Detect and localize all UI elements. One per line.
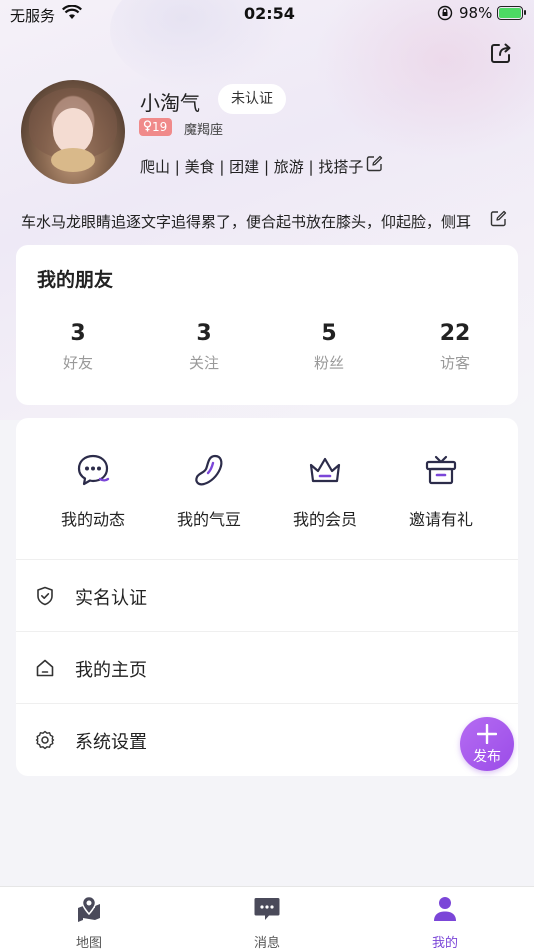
map-pin-icon bbox=[78, 895, 100, 922]
menu-row-real-name-verification[interactable]: 实名认证 bbox=[16, 559, 518, 631]
female-icon bbox=[143, 120, 152, 132]
wifi-icon bbox=[62, 5, 82, 19]
tab-messages[interactable]: 消息 bbox=[222, 895, 312, 950]
feature-my-membership[interactable]: 我的会员 bbox=[275, 452, 375, 530]
menu-row-system-settings[interactable]: 系统设置 bbox=[16, 703, 518, 775]
avatar[interactable] bbox=[21, 80, 125, 184]
age-value: 19 bbox=[152, 120, 168, 134]
feature-invite-gift[interactable]: 邀请有礼 bbox=[391, 452, 491, 530]
publish-button[interactable]: 发布 bbox=[460, 717, 514, 771]
bio-text: 车水马龙眼睛追逐文字追得累了，便合起书放在膝头，仰起脸，侧耳 bbox=[21, 213, 472, 231]
battery-icon bbox=[497, 6, 526, 20]
battery-percent: 98% bbox=[459, 4, 493, 22]
stat-label: 粉丝 bbox=[313, 354, 344, 372]
feature-label: 我的气豆 bbox=[176, 510, 241, 529]
friends-card: 我的朋友 3 好友 3 关注 5 粉丝 22 访客 bbox=[16, 245, 518, 405]
stat-friends[interactable]: 3 好友 bbox=[28, 321, 128, 373]
publish-label: 发布 bbox=[473, 749, 501, 765]
menu-label: 系统设置 bbox=[75, 732, 147, 753]
menu-label: 实名认证 bbox=[75, 588, 147, 609]
nickname: 小淘气 bbox=[140, 91, 200, 115]
feature-my-posts[interactable]: 我的动态 bbox=[43, 452, 143, 530]
edit-bio-icon[interactable] bbox=[490, 210, 507, 227]
tab-me[interactable]: 我的 bbox=[400, 895, 490, 950]
clock: 02:54 bbox=[244, 4, 295, 23]
crown-icon bbox=[309, 457, 341, 483]
feature-label: 我的会员 bbox=[292, 510, 357, 529]
menu-card: 我的动态 我的气豆 我的会员 邀请有礼 实名认证 我的主页 系统设置 bbox=[16, 418, 518, 776]
share-icon[interactable] bbox=[488, 40, 514, 66]
verify-status-badge[interactable]: 未认证 bbox=[218, 84, 286, 114]
tab-map[interactable]: 地图 bbox=[44, 895, 134, 950]
feature-my-beans[interactable]: 我的气豆 bbox=[159, 452, 259, 530]
user-icon bbox=[434, 897, 456, 921]
tab-label: 消息 bbox=[253, 936, 280, 950]
menu-label: 我的主页 bbox=[75, 660, 147, 681]
friends-title: 我的朋友 bbox=[37, 269, 114, 291]
feature-label: 我的动态 bbox=[60, 510, 125, 529]
orientation-lock-icon bbox=[437, 5, 453, 21]
stat-fans[interactable]: 5 粉丝 bbox=[279, 321, 379, 373]
tab-label: 地图 bbox=[75, 936, 102, 950]
feature-label: 邀请有礼 bbox=[408, 510, 473, 529]
stat-label: 关注 bbox=[188, 354, 219, 372]
interest-tags: 爬山 | 美食 | 团建 | 旅游 | 找搭子 bbox=[140, 158, 364, 176]
stat-label: 访客 bbox=[439, 354, 470, 372]
stat-value: 5 bbox=[321, 321, 337, 346]
gear-icon bbox=[35, 730, 55, 750]
shield-check-icon bbox=[37, 586, 53, 606]
bean-icon bbox=[195, 454, 223, 486]
zodiac-label: 魔羯座 bbox=[184, 123, 224, 138]
age-badge: 19 bbox=[139, 118, 173, 136]
plus-icon bbox=[477, 724, 497, 744]
stat-value: 3 bbox=[70, 321, 86, 346]
gift-icon bbox=[425, 455, 457, 485]
tab-bar: 地图 消息 我的 bbox=[0, 886, 534, 950]
edit-tags-icon[interactable] bbox=[366, 155, 383, 172]
avatar-food bbox=[51, 148, 95, 172]
chat-bubble-icon bbox=[77, 454, 110, 486]
home-icon bbox=[36, 659, 54, 677]
stat-visitors[interactable]: 22 访客 bbox=[405, 321, 505, 373]
stat-following[interactable]: 3 关注 bbox=[154, 321, 254, 373]
message-icon bbox=[254, 898, 280, 920]
stat-value: 22 bbox=[439, 321, 471, 346]
menu-row-my-homepage[interactable]: 我的主页 bbox=[16, 631, 518, 703]
status-bar: 无服务 02:54 98% bbox=[0, 0, 534, 28]
stat-label: 好友 bbox=[62, 354, 93, 372]
tab-label: 我的 bbox=[431, 936, 458, 950]
carrier-label: 无服务 bbox=[10, 7, 56, 25]
stat-value: 3 bbox=[196, 321, 212, 346]
